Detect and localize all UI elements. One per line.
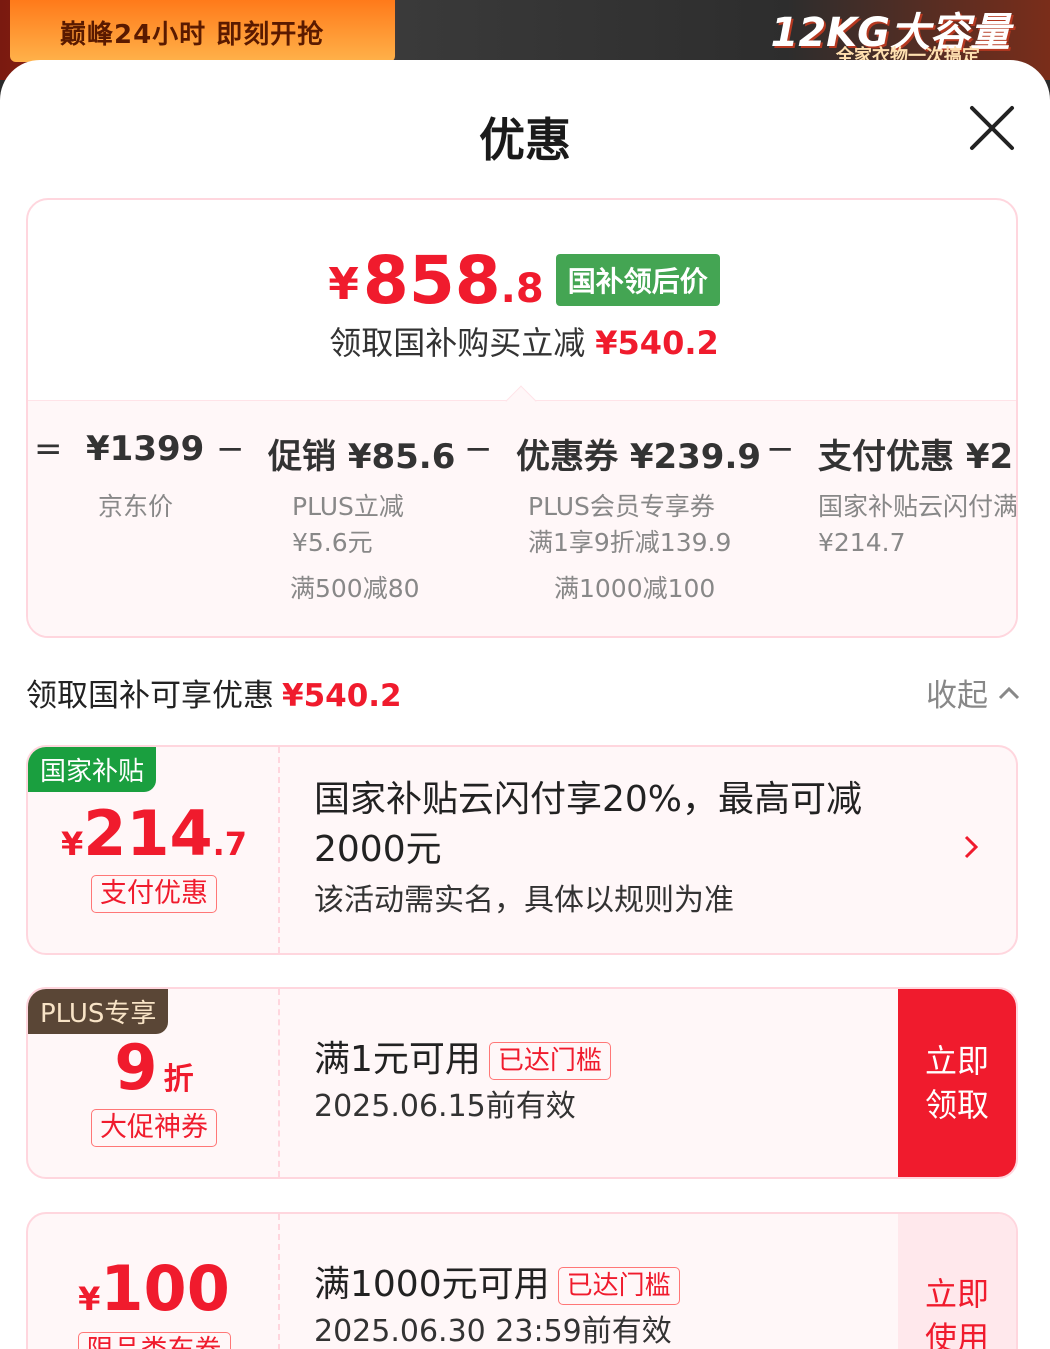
section-amount: ¥540.2	[282, 678, 402, 714]
use-now-button[interactable]: 立即 使用	[898, 1214, 1016, 1349]
card-title-line2: 2000元	[314, 829, 442, 870]
payment-sub-amount: ¥214.7	[818, 528, 906, 557]
card-pill: 大促神券	[28, 1109, 280, 1147]
coupon-sub-rule: 满1享9折减139.9	[528, 528, 732, 557]
coupon-discount: 优惠券 ¥239.9	[516, 437, 762, 477]
card-pill: 支付优惠	[28, 875, 280, 913]
detail-button[interactable]	[964, 835, 979, 863]
minus-sign: −	[464, 429, 493, 469]
card-value: 9折	[114, 1031, 194, 1104]
card-value-area: PLUS专享 9折 大促神券	[28, 989, 280, 1177]
final-price: ¥ 858 .8 国补领后价	[28, 242, 1016, 319]
section-header: 领取国补可享优惠 ¥540.2	[26, 670, 402, 715]
coupon-sub-plus: PLUS会员专享券	[528, 492, 715, 521]
collapse-label: 收起	[926, 678, 988, 714]
payment-discount: 支付优惠 ¥21	[818, 437, 1018, 477]
price-summary: ¥ 858 .8 国补领后价 领取国补购买立减 ¥540.2 = ¥1399 京东…	[26, 198, 1018, 638]
price-breakdown: = ¥1399 京东价 − 促销 ¥85.6 PLUS立减 ¥5.6元 满500…	[28, 400, 1018, 636]
card-title: 满1元可用 已达门槛	[314, 1035, 611, 1085]
section-label: 领取国补可享优惠	[26, 678, 274, 714]
reduce-summary: 领取国补购买立减 ¥540.2	[28, 318, 1016, 364]
minus-sign: −	[216, 429, 245, 469]
plus-tag: PLUS专享	[28, 989, 169, 1034]
card-info: 满1000元可用 已达门槛 2025.06.30 23:59前有效	[314, 1260, 680, 1349]
reduce-label: 领取国补购买立减	[329, 324, 586, 362]
chevron-up-icon	[998, 686, 1020, 699]
close-button[interactable]	[968, 104, 1016, 152]
card-expiry: 2025.06.30 23:59前有效	[314, 1314, 672, 1349]
promo-sub-threshold: 满500减80	[290, 574, 420, 603]
equals-sign: =	[34, 429, 63, 469]
reduce-amount: ¥540.2	[595, 324, 719, 362]
claim-now-button[interactable]: 立即 领取	[898, 989, 1016, 1177]
promo-banner-left: 巅峰24小时 即刻开抢	[10, 0, 395, 62]
minus-sign: −	[766, 429, 795, 469]
price-decimal: .8	[500, 266, 544, 312]
payment-sub-rule: 国家补贴云闪付满	[818, 492, 1018, 521]
subsidy-price-badge: 国补领后价	[555, 254, 720, 306]
plus-coupon-card: PLUS专享 9折 大促神券 满1元可用 已达门槛 2025.06.15前有效 立…	[26, 987, 1018, 1179]
promo-sub-plus: PLUS立减	[292, 492, 404, 521]
jd-price: ¥1399	[86, 429, 205, 469]
card-expiry: 2025.06.15前有效	[314, 1089, 576, 1124]
card-value-area: 国家补贴 ¥214.7 支付优惠	[28, 747, 280, 953]
card-title: 满1000元可用 已达门槛	[314, 1260, 680, 1310]
card-value-area: ¥100 限品类东券	[28, 1214, 280, 1349]
discount-sheet: 优惠 ¥ 858 .8 国补领后价 领取国补购买立减 ¥540.2 = ¥1399…	[0, 60, 1050, 1349]
promo-discount: 促销 ¥85.6	[268, 437, 456, 477]
category-coupon-card: ¥100 限品类东券 满1000元可用已达门槛 2025.06.30 23:59…	[26, 1212, 1018, 1349]
subsidy-tag: 国家补贴	[28, 747, 157, 792]
price-integer: 858	[362, 242, 501, 319]
sheet-title: 优惠	[479, 113, 571, 167]
currency-symbol: ¥	[328, 259, 359, 310]
card-value: ¥100	[78, 1252, 230, 1325]
promo-sub-amount: ¥5.6元	[292, 528, 373, 557]
promo-banner-text: 巅峰24小时 即刻开抢	[60, 20, 325, 50]
card-info: 国家补贴云闪付享20%，最高可减 2000元 该活动需实名，具体以规则为准	[314, 775, 862, 923]
threshold-reached-badge: 已达门槛	[557, 1267, 680, 1305]
coupon-sub-threshold: 满1000减100	[554, 574, 716, 603]
card-pill: 限品类东券	[28, 1332, 280, 1349]
chevron-right-icon	[964, 835, 979, 859]
jd-price-label: 京东价	[98, 492, 174, 521]
card-title-line1: 国家补贴云闪付享20%，最高可减	[314, 779, 863, 820]
subsidy-card[interactable]: 国家补贴 ¥214.7 支付优惠 国家补贴云闪付享20%，最高可减 2000元 …	[26, 745, 1018, 955]
card-value: ¥214.7	[60, 797, 248, 870]
close-icon	[970, 106, 1014, 150]
threshold-reached-badge: 已达门槛	[488, 1042, 611, 1080]
card-info: 满1元可用 已达门槛 2025.06.15前有效	[314, 1035, 611, 1129]
card-subtitle: 该活动需实名，具体以规则为准	[314, 883, 734, 918]
collapse-button[interactable]: 收起	[926, 670, 1020, 715]
